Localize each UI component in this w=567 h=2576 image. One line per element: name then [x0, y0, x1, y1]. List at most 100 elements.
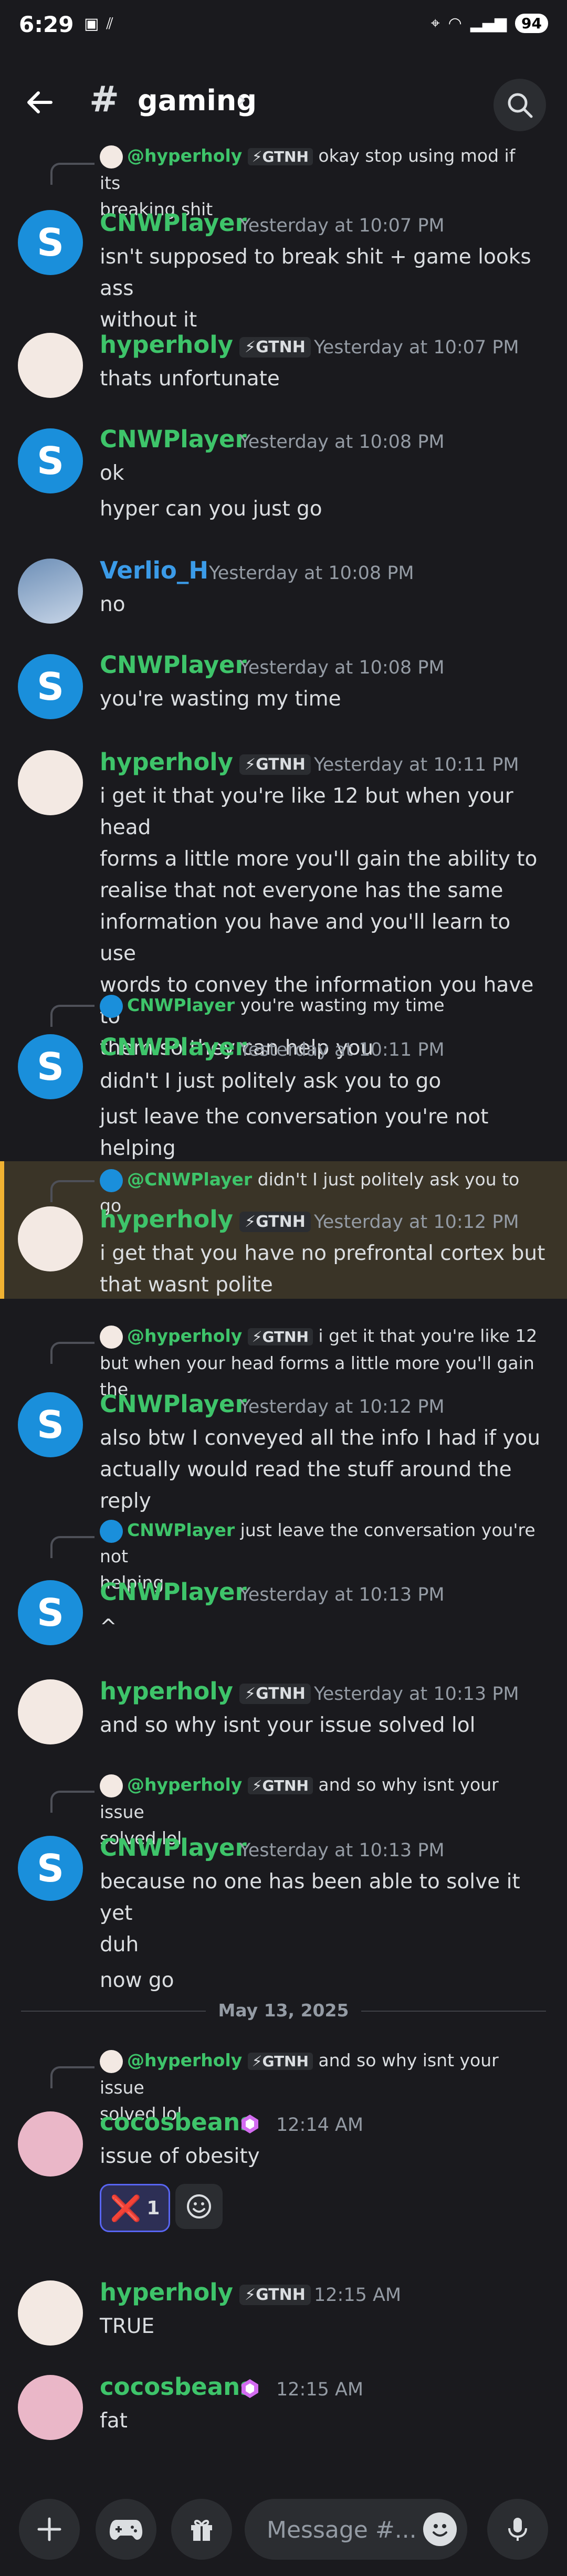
message[interactable]: @hyperholy ⚡GTNH and so why isnt your is…: [0, 2047, 567, 2257]
chevron-right-icon[interactable]: ›: [237, 86, 247, 113]
message-text: you're wasting my time: [100, 687, 341, 711]
timestamp: Yesterday at 10:08 PM: [239, 657, 445, 678]
back-button[interactable]: [21, 84, 58, 121]
message[interactable]: hyperholy ⚡GTNH Yesterday at 10:11 PM i …: [0, 748, 567, 1060]
reply-spine: [50, 1536, 94, 1558]
message[interactable]: @hyperholy ⚡GTNH and so why isnt your is…: [0, 1772, 567, 1992]
gift-button[interactable]: [171, 2499, 232, 2560]
voice-message-button[interactable]: [487, 2499, 548, 2560]
timestamp: Yesterday at 10:13 PM: [239, 1840, 445, 1861]
username[interactable]: hyperholy: [100, 1205, 233, 1233]
avatar[interactable]: [18, 1206, 83, 1271]
avatar[interactable]: [18, 559, 83, 624]
message[interactable]: @hyperholy ⚡GTNH i get it that you're li…: [0, 1323, 567, 1513]
avatar[interactable]: S: [18, 210, 83, 275]
role-tag: ⚡GTNH: [239, 754, 311, 775]
message[interactable]: hyperholy ⚡GTNH Yesterday at 10:13 PM an…: [0, 1677, 567, 1756]
message-text: and so why isnt your issue solved lol: [100, 1713, 476, 1737]
reaction-count: 1: [146, 2197, 160, 2219]
avatar: [100, 145, 123, 169]
message-text: thats unfortunate: [100, 367, 280, 391]
username[interactable]: cocosbeans: [100, 2108, 254, 2136]
timestamp: Yesterday at 10:13 PM: [239, 1584, 445, 1605]
username[interactable]: CNWPlayer: [100, 425, 247, 453]
add-attachment-button[interactable]: [19, 2499, 80, 2560]
username[interactable]: hyperholy: [100, 748, 233, 776]
status-right-icons: ⌖ ◠ ▂▄▆ 94: [431, 14, 548, 33]
timestamp: Yesterday at 10:11 PM: [239, 1039, 445, 1060]
message-highlighted[interactable]: @CNWPlayer didn't I just politely ask yo…: [0, 1161, 567, 1299]
screenshot-icon: ▣: [84, 15, 99, 33]
message[interactable]: @hyperholy ⚡GTNH okay stop using mod if …: [0, 142, 567, 332]
message[interactable]: Verlio_H Yesterday at 10:08 PM no: [0, 556, 567, 635]
avatar[interactable]: [18, 2111, 83, 2177]
avatar[interactable]: [18, 2375, 83, 2440]
message[interactable]: CNWPlayer just leave the conversation yo…: [0, 1517, 567, 1654]
timestamp: Yesterday at 10:11 PM: [314, 754, 519, 775]
composer-bar: [0, 2488, 567, 2576]
slash-icon: ⫽: [106, 15, 113, 33]
role-tag: ⚡GTNH: [239, 1684, 311, 1704]
reply-preview[interactable]: CNWPlayer you're wasting my time: [100, 992, 541, 1018]
avatar[interactable]: [18, 333, 83, 398]
reply-spine: [50, 1342, 94, 1364]
server-tag-gem-icon: [242, 2379, 258, 2398]
message[interactable]: S CNWPlayer Yesterday at 10:08 PM ok hype…: [0, 425, 567, 535]
avatar[interactable]: [18, 2280, 83, 2346]
avatar[interactable]: S: [18, 1580, 83, 1645]
arrow-left-icon: [27, 91, 52, 113]
timestamp: Yesterday at 10:07 PM: [239, 215, 445, 236]
microphone-icon: [508, 2518, 527, 2541]
username[interactable]: cocosbeans: [100, 2373, 254, 2401]
message[interactable]: cocosbeans 12:15 AM fat: [0, 2373, 567, 2452]
avatar: [100, 1169, 123, 1192]
search-button[interactable]: [494, 79, 546, 131]
avatar[interactable]: S: [18, 1034, 83, 1099]
message[interactable]: S CNWPlayer Yesterday at 10:08 PM you're…: [0, 651, 567, 730]
message[interactable]: hyperholy ⚡GTNH Yesterday at 10:07 PM th…: [0, 331, 567, 409]
timestamp: Yesterday at 10:08 PM: [209, 563, 414, 584]
message-input[interactable]: [266, 2499, 425, 2561]
message-text: ^: [100, 1615, 117, 1639]
username[interactable]: CNWPlayer: [100, 1834, 247, 1862]
avatar[interactable]: S: [18, 654, 83, 719]
status-time: 6:29: [19, 12, 74, 37]
status-bar: 6:29 ▣ ⫽ ⌖ ◠ ▂▄▆ 94: [0, 0, 567, 58]
avatar[interactable]: S: [18, 1392, 83, 1457]
timestamp: 12:14 AM: [276, 2115, 364, 2136]
battery-badge: 94: [515, 14, 548, 33]
username[interactable]: hyperholy: [100, 331, 233, 359]
message-text: no: [100, 593, 125, 616]
message-text: because no one has been able to solve it…: [100, 1870, 520, 1992]
avatar: [100, 1325, 123, 1349]
message[interactable]: hyperholy ⚡GTNH 12:15 AM TRUE: [0, 2278, 567, 2357]
signal-icon: ▂▄▆: [470, 14, 507, 33]
channel-hash-icon: #: [89, 79, 119, 120]
message-text: isn't supposed to break shit + game look…: [100, 245, 531, 332]
username[interactable]: Verlio_H: [100, 556, 208, 584]
username[interactable]: CNWPlayer: [100, 651, 247, 679]
reaction-x[interactable]: ❌ 1: [100, 2184, 170, 2232]
avatar[interactable]: [18, 1679, 83, 1744]
role-tag: ⚡GTNH: [239, 1212, 311, 1232]
add-reaction-button[interactable]: [175, 2184, 223, 2229]
timestamp: Yesterday at 10:07 PM: [314, 337, 519, 358]
username[interactable]: CNWPlayer: [100, 1033, 247, 1061]
message-text: fat: [100, 2409, 128, 2433]
avatar[interactable]: S: [18, 1836, 83, 1901]
username[interactable]: hyperholy: [100, 2278, 233, 2306]
emoji-picker-button[interactable]: [423, 2512, 457, 2546]
avatar: [100, 2049, 123, 2073]
username[interactable]: CNWPlayer: [100, 1390, 247, 1418]
username[interactable]: CNWPlayer: [100, 1578, 247, 1606]
username[interactable]: hyperholy: [100, 1677, 233, 1705]
reply-spine: [50, 2066, 94, 2088]
timestamp: Yesterday at 10:08 PM: [239, 432, 445, 453]
avatar[interactable]: S: [18, 428, 83, 493]
username[interactable]: CNWPlayer: [100, 209, 247, 237]
message-text: ok hyper can you just go: [100, 461, 322, 521]
message[interactable]: CNWPlayer you're wasting my time S CNWPl…: [0, 992, 567, 1160]
avatar[interactable]: [18, 750, 83, 815]
activities-button[interactable]: [96, 2499, 156, 2560]
timestamp: Yesterday at 10:12 PM: [314, 1212, 519, 1233]
